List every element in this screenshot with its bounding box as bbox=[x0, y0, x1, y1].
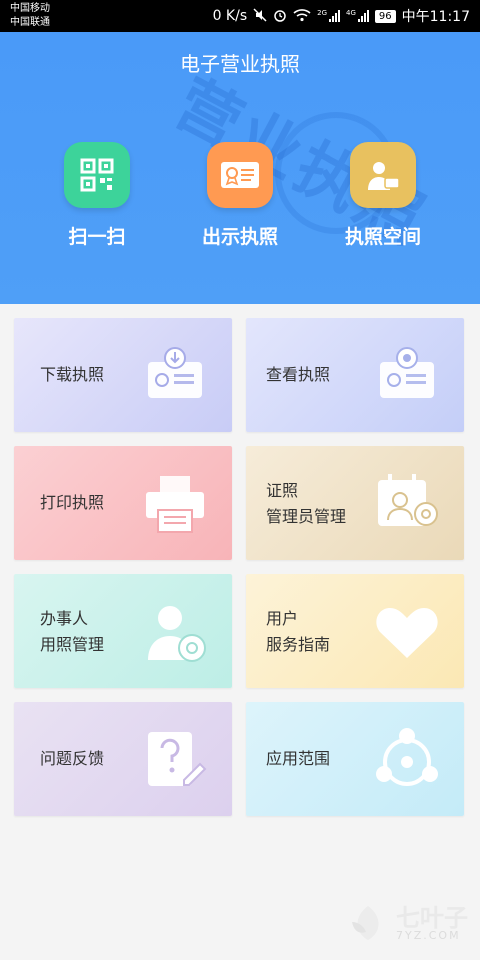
site-watermark-logo: 七叶子 7YZ.COM bbox=[346, 902, 468, 946]
card-label-line2: 服务指南 bbox=[266, 635, 331, 654]
card-label-line1: 用户 bbox=[266, 609, 299, 628]
watermark-name: 七叶子 bbox=[396, 904, 468, 932]
carrier-2: 中国联通 bbox=[10, 17, 50, 28]
feedback-card[interactable]: 问题反馈 bbox=[14, 702, 232, 816]
card-label-line1: 证照 bbox=[266, 481, 299, 500]
printer-icon bbox=[140, 468, 210, 538]
wifi-icon bbox=[293, 8, 311, 25]
clock: 中午11:17 bbox=[401, 9, 470, 25]
user-settings-icon bbox=[140, 596, 210, 666]
card-label: 问题反馈 bbox=[40, 749, 105, 768]
view-license-icon bbox=[372, 340, 442, 410]
heart-icon bbox=[372, 596, 442, 666]
carrier-1: 中国移动 bbox=[10, 3, 50, 14]
scan-button[interactable]: 扫一扫 bbox=[37, 142, 157, 249]
license-space-button[interactable]: 执照空间 bbox=[323, 142, 443, 249]
network-speed: 0 K/s bbox=[212, 8, 248, 24]
signal-sim1-icon: 2G bbox=[317, 10, 341, 22]
watermark-domain: 7YZ.COM bbox=[396, 929, 461, 942]
view-license-card[interactable]: 查看执照 bbox=[246, 318, 464, 432]
mute-icon bbox=[253, 7, 267, 25]
card-label: 打印执照 bbox=[40, 493, 105, 512]
download-license-icon bbox=[140, 340, 210, 410]
service-guide-card[interactable]: 用户 服务指南 bbox=[246, 574, 464, 688]
signal-sim2-icon: 4G bbox=[346, 10, 369, 22]
license-card-icon bbox=[207, 142, 273, 208]
admin-manage-card[interactable]: 证照 管理员管理 bbox=[246, 446, 464, 560]
id-card-icon bbox=[350, 142, 416, 208]
alarm-icon bbox=[273, 8, 287, 25]
page-title: 电子营业执照 bbox=[180, 52, 300, 76]
card-label: 应用范围 bbox=[266, 749, 331, 768]
card-label-line2: 用照管理 bbox=[40, 635, 105, 654]
card-label-line1: 办事人 bbox=[40, 609, 89, 628]
question-feedback-icon bbox=[140, 724, 210, 794]
card-label: 查看执照 bbox=[266, 365, 331, 384]
status-bar: 中国移动 中国联通 0 K/s 2G 4G 96 中午11:17 bbox=[0, 0, 480, 32]
scope-icon bbox=[372, 724, 442, 794]
license-space-label: 执照空间 bbox=[344, 226, 421, 248]
print-license-card[interactable]: 打印执照 bbox=[14, 446, 232, 560]
card-label-line2: 管理员管理 bbox=[266, 507, 347, 526]
battery-icon: 96 bbox=[374, 9, 396, 23]
qr-code-icon bbox=[64, 142, 130, 208]
card-label: 下载执照 bbox=[40, 365, 105, 384]
download-license-card[interactable]: 下载执照 bbox=[14, 318, 232, 432]
show-license-button[interactable]: 出示执照 bbox=[180, 142, 300, 249]
admin-manage-icon bbox=[372, 468, 442, 538]
scan-label: 扫一扫 bbox=[68, 226, 126, 248]
agent-manage-card[interactable]: 办事人 用照管理 bbox=[14, 574, 232, 688]
header-banner: 营业执照 电子营业执照 扫一扫 出示执照 执照空间 bbox=[0, 32, 480, 304]
leaf-logo-icon bbox=[346, 902, 390, 946]
show-license-label: 出示执照 bbox=[201, 226, 278, 248]
scope-card[interactable]: 应用范围 bbox=[246, 702, 464, 816]
